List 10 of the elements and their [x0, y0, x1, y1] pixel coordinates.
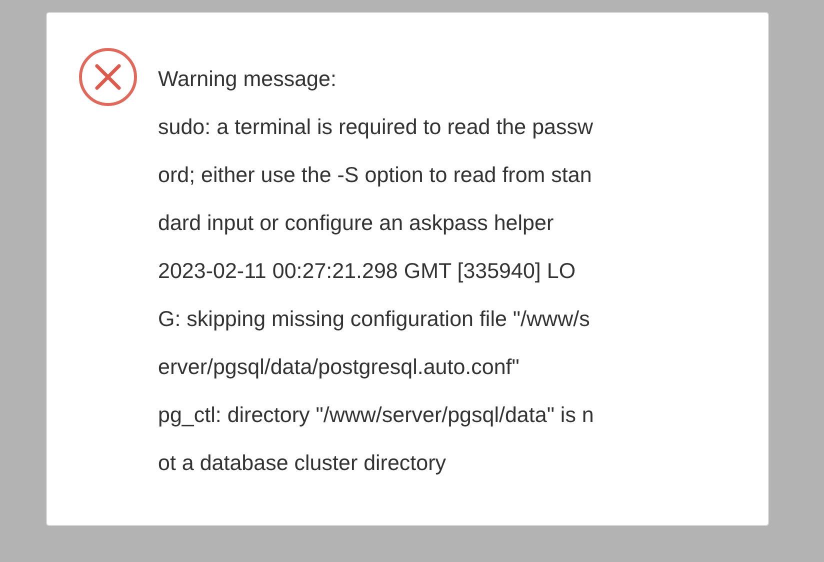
message-line: ot a database cluster directory [158, 450, 446, 477]
message-line: ord; either use the -S option to read from stan [158, 162, 592, 189]
message-title: Warning message: [158, 66, 336, 93]
message-line: erver/pgsql/data/postgresql.auto.conf" [158, 354, 520, 381]
message-line: G: skipping missing configuration file "/www/s [158, 306, 590, 333]
message-line: 2023-02-11 00:27:21.298 GMT [335940] LO [158, 258, 576, 285]
message-line: dard input or configure an askpass helper [158, 210, 554, 237]
message-line: pg_ctl: directory "/www/server/pgsql/data" is n [158, 402, 594, 429]
error-icon [78, 47, 138, 107]
message-line: sudo: a terminal is required to read the passw [158, 114, 594, 141]
